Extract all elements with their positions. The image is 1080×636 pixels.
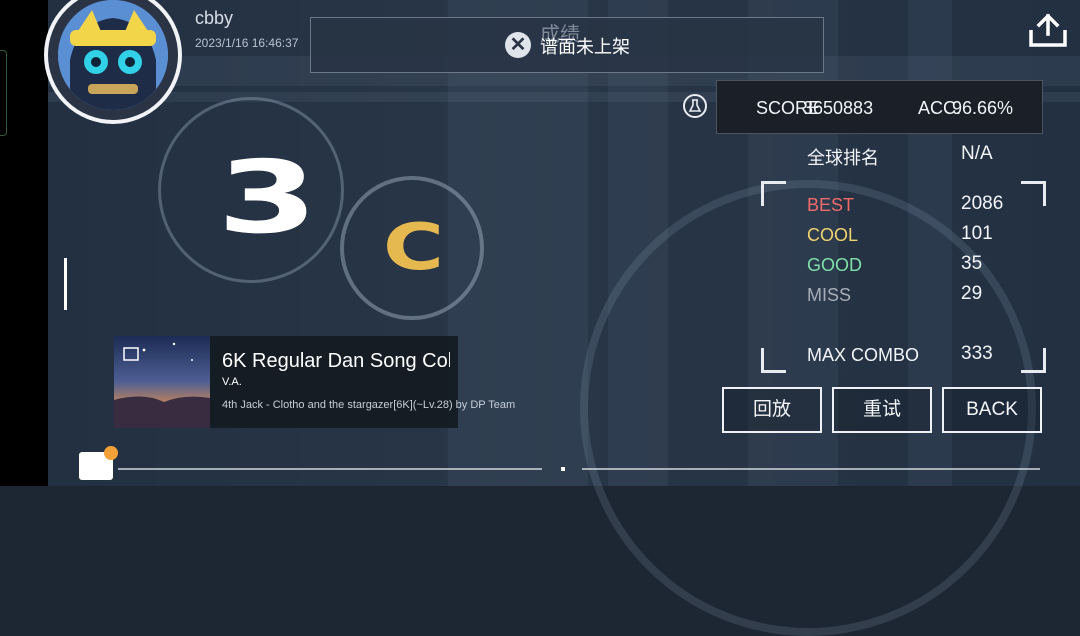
share-button[interactable] [1028,12,1068,48]
replay-button[interactable]: 回放 [722,387,822,433]
chart-unranked-notice: 谱面未上架 [540,37,630,57]
song-artist: V.A. [222,376,242,388]
back-button[interactable]: BACK [942,387,1042,433]
page-indicator [561,467,565,471]
bracket-top-left [761,181,786,206]
good-label: GOOD [807,255,863,275]
avatar[interactable] [58,0,168,110]
cool-count: 101 [961,223,993,244]
left-indicator [64,258,67,310]
cool-label: COOL [807,225,859,245]
avatar-image [58,0,168,110]
bracket-bottom-left [761,348,786,373]
score-value: 3650883 [803,98,874,118]
play-timestamp: 2023/1/16 16:46:37 [195,36,299,50]
miss-label: MISS [807,285,852,305]
edge-handle[interactable] [0,50,7,136]
max-combo-label: MAX COMBO [807,345,920,365]
retry-button[interactable]: 重试 [832,387,932,433]
close-circle-icon: ✕ [505,32,531,58]
max-combo-value: 333 [961,343,993,364]
username: cbby [195,8,234,28]
accuracy-value: 96.66% [952,98,1014,118]
song-title: 6K Regular Dan Song Coll… [222,350,450,372]
screen-edge-bar [0,0,48,486]
share-icon [1029,13,1067,47]
bracket-bottom-right [1021,348,1046,373]
rank-number: 3 [217,139,318,256]
global-rank-value: N/A [961,143,993,164]
best-label: BEST [807,195,855,215]
bracket-top-right [1021,181,1046,206]
song-cover-art [114,336,210,428]
miss-count: 29 [961,283,983,304]
grade-letter: C [383,211,445,285]
good-count: 35 [961,253,983,274]
global-rank-label: 全球排名 [807,148,879,168]
bottom-divider-right [582,468,1040,470]
notification-dot [104,446,118,460]
best-count: 2086 [961,193,1004,214]
bottom-divider-left [118,468,542,470]
lab-flask-icon[interactable] [683,94,707,118]
chart-info: 4th Jack - Clotho and the stargazer[6K](… [222,399,516,411]
